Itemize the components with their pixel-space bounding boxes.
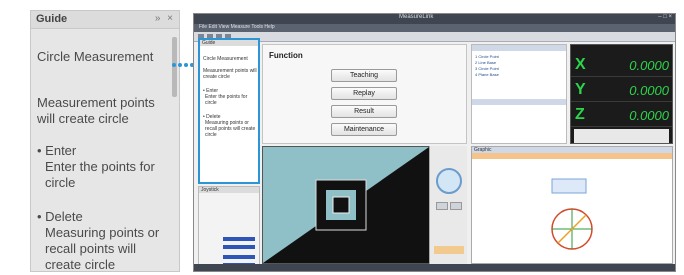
dro-table — [574, 129, 669, 143]
element-list-panel: 1 Circle Point 2 Line Base 3 Circle Poin… — [471, 44, 567, 144]
guide-delete-description: Measuring points or recall points will c… — [45, 225, 160, 272]
guide-heading: Circle Measurement — [37, 49, 154, 64]
graphic-panel[interactable]: Graphic — [471, 146, 673, 264]
joystick-bar[interactable] — [223, 245, 255, 249]
window-controls[interactable]: – □ × — [658, 14, 672, 20]
axis-label: Z — [575, 106, 585, 123]
circle-graphic — [551, 178, 593, 250]
axis-value: 0.0000 — [629, 58, 669, 73]
menu-items[interactable]: File Edit View Measure Tools Help — [199, 24, 275, 30]
list-subheader — [472, 99, 566, 105]
camera-image — [263, 147, 429, 263]
mini-guide-heading: Circle Measurement — [203, 56, 248, 62]
mini-guide-description: Measurement points will create circle — [203, 68, 257, 80]
function-panel: Function Teaching Replay Result Maintena… — [262, 44, 467, 144]
tool-icons[interactable] — [434, 246, 464, 254]
mini-guide-delete-description: Measuring points or recall points will c… — [205, 120, 256, 138]
joystick-bar[interactable] — [223, 237, 255, 241]
result-button[interactable]: Result — [331, 105, 397, 118]
joystick-header: Joystick — [199, 187, 259, 193]
list-item[interactable]: 1 Circle Point — [475, 54, 499, 59]
replay-button[interactable]: Replay — [331, 87, 397, 100]
list-header — [472, 45, 566, 51]
guide-enter-title: • Enter — [37, 143, 77, 158]
guide-window-controls[interactable]: » × — [155, 13, 175, 24]
mini-guide-enter-description: Enter the points for circle — [205, 94, 248, 106]
window-title: MeasureLink — [399, 14, 434, 20]
mini-guide-header: Guide — [200, 40, 258, 46]
axis-label: Y — [575, 81, 586, 98]
application-window: MeasureLink – □ × File Edit View Measure… — [193, 13, 676, 272]
axis-value: 0.0000 — [629, 108, 669, 123]
focus-button[interactable] — [450, 202, 462, 210]
list-item[interactable]: 4 Plane Base — [475, 72, 499, 77]
mini-guide-title: Guide — [202, 40, 216, 46]
axis-label: X — [575, 56, 586, 73]
zoom-button[interactable] — [436, 202, 448, 210]
joystick-bar[interactable] — [223, 255, 255, 259]
maintenance-button[interactable]: Maintenance — [331, 123, 397, 136]
dro-row-y: Y 0.0000 — [571, 78, 672, 102]
function-title: Function — [269, 51, 303, 60]
guide-header: Guide » × — [31, 11, 179, 29]
list-item[interactable]: 3 Circle Point — [475, 66, 499, 71]
dro-row-x: X 0.0000 — [571, 53, 672, 77]
mini-guide-panel: Guide Circle Measurement Measurement poi… — [198, 38, 260, 184]
guide-panel: Guide » × Circle Measurement Measurement… — [30, 10, 180, 272]
joystick-title: Joystick — [201, 187, 219, 193]
teaching-button[interactable]: Teaching — [331, 69, 397, 82]
joystick-panel: Joystick — [198, 186, 260, 270]
guide-description: Measurement points will create circle — [37, 95, 155, 126]
status-bar — [194, 264, 675, 271]
guide-enter-description: Enter the points for circle — [45, 159, 155, 190]
guide-delete-title: • Delete — [37, 209, 83, 224]
lighting-dial[interactable] — [436, 168, 462, 194]
axis-value: 0.0000 — [629, 83, 669, 98]
title-bar: MeasureLink – □ × — [194, 14, 675, 24]
dro-panel: X 0.0000 Y 0.0000 Z 0.0000 — [570, 44, 673, 144]
toolbar[interactable] — [194, 32, 675, 42]
dro-row-z: Z 0.0000 — [571, 103, 672, 127]
guide-title: Guide — [36, 13, 68, 25]
menu-bar[interactable]: File Edit View Measure Tools Help — [194, 24, 675, 32]
camera-controls[interactable] — [429, 146, 467, 264]
list-item[interactable]: 2 Line Base — [475, 60, 496, 65]
